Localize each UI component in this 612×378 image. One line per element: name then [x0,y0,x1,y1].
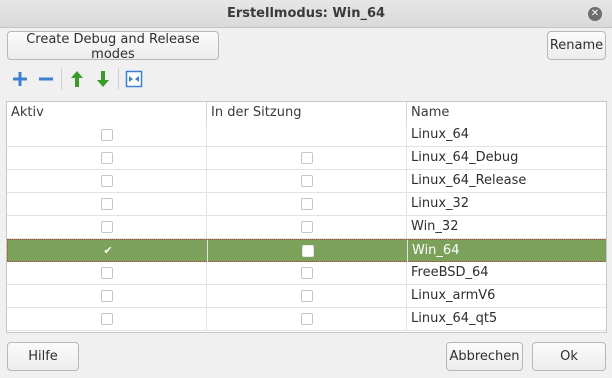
in-session-cell [207,216,407,238]
cancel-button[interactable]: Abbrechen [446,342,523,371]
in-session-cell [208,240,408,262]
table-row[interactable]: Linux_64_Release [7,170,606,193]
window-title: Erstellmodus: Win_64 [226,6,386,21]
in-session-cell [207,170,407,192]
active-cell [7,262,207,284]
build-mode-name: Linux_32 [411,196,470,211]
table-row[interactable]: FreeBSD_64 [7,262,606,285]
arrow-up-icon[interactable] [67,68,87,90]
create-debug-release-button[interactable]: Create Debug and Release modes [7,31,219,62]
column-name[interactable]: Name [407,102,606,124]
in-session-checkbox[interactable] [301,313,313,325]
active-cell [7,124,207,146]
table-row[interactable]: Linux_armV6 [7,285,606,308]
active-cell [7,193,207,215]
build-mode-name: Linux_64_Debug [411,150,519,165]
active-checkbox[interactable] [101,175,113,187]
active-cell [7,216,207,238]
arrow-down-icon[interactable] [93,68,113,90]
in-session-cell [207,308,407,330]
active-cell [7,308,207,330]
rename-button[interactable]: Rename [547,31,606,60]
build-modes-table: Aktiv In der Sitzung Name Linux_64 Linux_… [6,101,607,333]
in-session-cell [207,193,407,215]
table-header: Aktiv In der Sitzung Name [7,102,606,124]
active-checkbox[interactable] [101,152,113,164]
in-session-checkbox[interactable] [301,290,313,302]
table-row[interactable]: ✔ Win_64 [7,239,606,262]
active-checkbox[interactable] [101,129,113,141]
in-session-checkbox[interactable] [301,221,313,233]
active-checkbox[interactable] [101,198,113,210]
table-row[interactable]: Win_32 [7,216,606,239]
build-mode-name: FreeBSD_64 [411,265,489,280]
build-mode-name: Win_64 [412,243,460,258]
close-icon[interactable]: ✕ [588,7,602,21]
ok-button[interactable]: Ok [532,342,606,371]
in-session-cell [207,285,407,307]
active-cell [7,147,207,169]
active-checkbox[interactable] [101,290,113,302]
table-row[interactable]: Linux_64_Debug [7,147,606,170]
in-session-cell [207,262,407,284]
column-aktiv[interactable]: Aktiv [7,102,207,124]
minus-icon[interactable] [36,68,56,90]
active-checkbox[interactable]: ✔ [102,245,114,257]
in-session-cell [207,124,407,146]
active-cell: ✔ [8,240,208,262]
in-session-checkbox[interactable] [301,198,313,210]
in-session-checkbox[interactable] [301,267,313,279]
table-row[interactable]: Linux_64_qt5 [7,308,606,331]
in-session-checkbox[interactable] [301,152,313,164]
title-bar: Erstellmodus: Win_64 ✕ [0,0,612,28]
plus-icon[interactable] [10,68,30,90]
active-checkbox[interactable] [101,221,113,233]
column-in-der-sitzung[interactable]: In der Sitzung [207,102,407,124]
build-mode-name: Linux_armV6 [411,288,496,303]
in-session-checkbox[interactable] [302,245,314,257]
active-checkbox[interactable] [101,267,113,279]
active-checkbox[interactable] [101,313,113,325]
in-session-checkbox[interactable] [301,175,313,187]
build-mode-name: Linux_64_Release [411,173,527,188]
active-cell [7,285,207,307]
build-mode-name: Linux_64 [411,127,470,142]
compare-icon[interactable] [124,68,144,90]
help-button[interactable]: Hilfe [7,342,79,371]
table-row[interactable]: Linux_32 [7,193,606,216]
in-session-cell [207,147,407,169]
build-mode-name: Linux_64_qt5 [411,311,498,326]
build-mode-name: Win_32 [411,219,459,234]
table-row[interactable]: Linux_64 [7,124,606,147]
active-cell [7,170,207,192]
toolbar-separator [118,68,119,90]
toolbar-separator [61,68,62,90]
